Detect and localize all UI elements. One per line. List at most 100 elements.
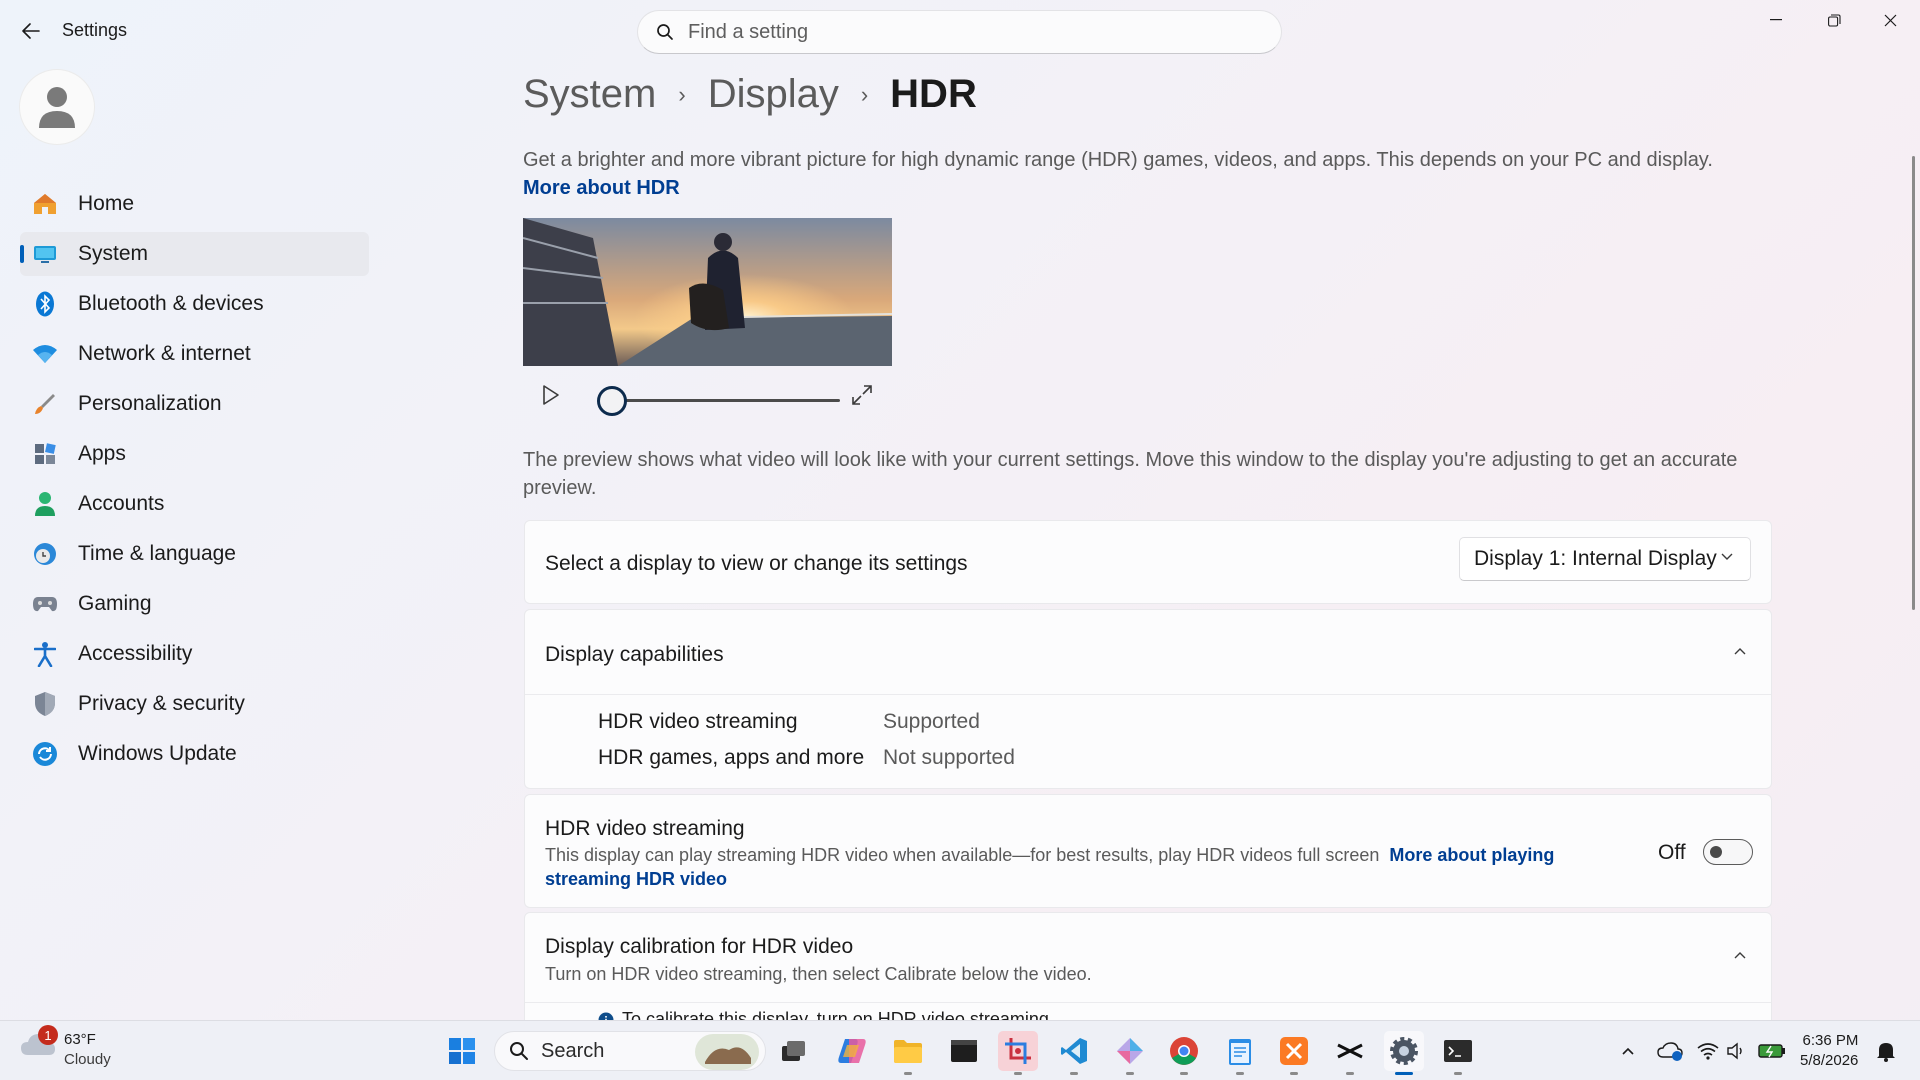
sidebar-item-system[interactable]: System [20,232,369,276]
sidebar-item-privacy[interactable]: Privacy & security [20,682,369,726]
windows-logo-icon [449,1038,475,1064]
capcut-icon [1337,1043,1363,1059]
search-input[interactable] [688,20,1248,44]
taskbar-search[interactable]: Search [494,1031,766,1071]
taskbar-chrome[interactable] [1164,1031,1204,1075]
capability-name: HDR games, apps and more [598,746,865,769]
capabilities-header[interactable]: Display capabilities [525,610,1771,695]
hdr-streaming-description: This display can play streaming HDR vide… [545,845,1380,865]
bluetooth-icon [32,291,58,317]
taskbar-command-prompt[interactable] [1438,1031,1478,1075]
start-button[interactable] [442,1031,482,1071]
taskbar-app-diamond[interactable] [1110,1031,1150,1075]
user-avatar[interactable] [20,70,94,144]
sidebar-item-accessibility[interactable]: Accessibility [20,632,369,676]
capability-name: HDR video streaming [598,710,798,733]
gear-icon [1390,1037,1418,1065]
preview-note: The preview shows what video will look l… [523,449,1738,499]
xampp-icon [1280,1037,1308,1065]
sidebar-item-accounts[interactable]: Accounts [20,482,369,526]
taskbar-settings[interactable] [1384,1031,1424,1075]
sidebar-item-windows-update[interactable]: Windows Update [20,732,369,776]
fullscreen-icon [852,385,872,405]
calibration-title: Display calibration for HDR video [545,935,854,958]
terminal-window-icon [951,1040,977,1062]
display-select-label: Select a display to view or change its s… [545,552,968,575]
sidebar-item-time-language[interactable]: Time & language [20,532,369,576]
taskbar-search-label: Search [541,1039,605,1062]
back-button[interactable] [18,18,44,44]
close-icon [1884,14,1896,26]
search-highlight-icon [695,1034,759,1070]
taskbar: 1 63°F Cloudy Search 6:36 PM 5/8/2026 [0,1020,1920,1080]
taskbar-notepad[interactable] [1220,1031,1260,1075]
command-prompt-icon [1444,1040,1472,1062]
sidebar-item-apps[interactable]: Apps [20,432,369,476]
video-seek-thumb[interactable] [597,386,627,416]
sidebar-item-bluetooth[interactable]: Bluetooth & devices [20,282,369,326]
sidebar-item-label: Accounts [78,492,165,515]
calibration-description: Turn on HDR video streaming, then select… [545,964,1092,984]
sidebar-item-label: Windows Update [78,742,237,765]
clock-time: 6:36 PM [1802,1032,1859,1049]
speaker-icon [1727,1042,1742,1060]
breadcrumb-separator: › [860,81,869,107]
chevron-up-icon [1734,952,1746,959]
sidebar-item-home[interactable]: Home [20,182,369,226]
snipping-tool-icon [1005,1038,1031,1064]
weather-alert-badge: 1 [38,1025,58,1045]
hdr-streaming-toggle[interactable] [1703,839,1753,865]
taskbar-capcut[interactable] [1330,1031,1370,1075]
clock-globe-icon [32,541,58,567]
diamond-app-icon [1117,1038,1143,1064]
sidebar-item-label: Bluetooth & devices [78,292,264,315]
sidebar-item-gaming[interactable]: Gaming [20,582,369,626]
taskbar-clock[interactable]: 6:36 PM 5/8/2026 [1800,1031,1858,1071]
minimize-button[interactable] [1748,0,1804,40]
taskbar-xampp[interactable] [1274,1031,1314,1075]
taskbar-file-explorer[interactable] [888,1031,928,1075]
sidebar-item-label: Personalization [78,392,222,415]
video-player-controls [523,370,892,424]
sidebar-item-network[interactable]: Network & internet [20,332,369,376]
accessibility-icon [32,641,58,667]
calibration-header[interactable]: Display calibration for HDR video Turn o… [525,913,1771,1003]
play-button[interactable] [541,384,561,411]
breadcrumb-separator: › [678,81,686,107]
taskbar-terminal-app[interactable] [944,1031,984,1071]
taskbar-vscode[interactable] [1054,1031,1094,1075]
weather-condition: Cloudy [64,1051,111,1068]
hdr-preview-video [523,218,892,366]
display-select-dropdown[interactable]: Display 1: Internal Display [1459,537,1751,581]
hdr-streaming-toggle-label: Off [1658,841,1686,864]
fullscreen-button[interactable] [851,384,873,411]
task-view-button[interactable] [774,1031,814,1071]
volume-status[interactable] [1716,1031,1756,1071]
restore-button[interactable] [1806,0,1862,40]
more-about-hdr-link[interactable]: More about HDR [523,177,680,199]
battery-status[interactable] [1752,1031,1792,1071]
system-icon [32,241,58,267]
close-button[interactable] [1862,0,1918,40]
search-icon [510,1042,528,1060]
weather-widget[interactable]: 1 63°F Cloudy [20,1025,111,1068]
restore-icon [1827,13,1841,27]
show-hidden-icons-button[interactable] [1608,1031,1648,1071]
chevron-up-icon [1734,648,1746,655]
toggle-knob [1710,846,1722,858]
intro-text-block: Get a brighter and more vibrant picture … [523,146,1763,202]
hdr-streaming-title: HDR video streaming [545,817,745,840]
taskbar-copilot[interactable] [832,1031,872,1071]
chrome-icon [1170,1037,1198,1065]
chevron-up-icon [1622,1047,1634,1055]
sidebar-item-personalization[interactable]: Personalization [20,382,369,426]
notifications-button[interactable] [1866,1031,1906,1071]
content-scrollbar[interactable] [1912,156,1915,610]
onedrive-status[interactable] [1650,1031,1690,1071]
breadcrumb-display[interactable]: Display [708,72,839,117]
video-seek-track[interactable] [608,399,840,402]
clock-date: 5/8/2026 [1800,1052,1859,1069]
breadcrumb-system[interactable]: System [523,72,656,117]
settings-search-box[interactable] [637,10,1282,54]
taskbar-snipping-tool[interactable] [998,1031,1038,1075]
